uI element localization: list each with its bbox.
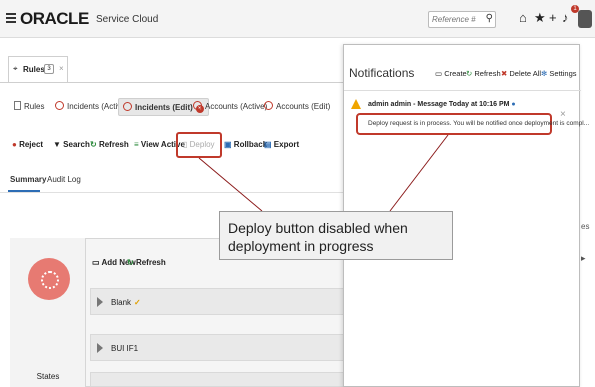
clipped-text: es xyxy=(581,222,590,231)
rollback-icon: ▣ xyxy=(224,140,232,149)
top-header: ORACLE Service Cloud ⚲ ⌂ ★ + ♪ 1 xyxy=(0,0,595,38)
list-item[interactable] xyxy=(90,372,345,387)
expand-icon[interactable] xyxy=(97,343,103,353)
tab-summary[interactable]: Summary xyxy=(10,175,46,184)
account-icon xyxy=(193,101,202,110)
notifications-title: Notifications xyxy=(349,66,415,80)
account-icon xyxy=(264,101,273,110)
reject-button[interactable]: ● Reject xyxy=(12,140,43,149)
states-icon[interactable] xyxy=(28,258,70,300)
home-icon[interactable]: ⌂ xyxy=(519,11,527,25)
annotation-callout: Deploy button disabled when deployment i… xyxy=(219,211,453,260)
refresh-icon: ↻ xyxy=(90,140,97,149)
check-icon: ✓ xyxy=(134,298,141,307)
rollback-button[interactable]: ▣ Rollback xyxy=(224,140,267,149)
delete-icon: ✖ xyxy=(501,69,508,78)
reference-search[interactable]: ⚲ xyxy=(428,11,496,28)
list-item[interactable]: Blank ✓ xyxy=(90,288,345,315)
tag-icon: ⌖ xyxy=(13,64,18,73)
filter-icon: ▼ xyxy=(53,140,61,149)
gear-icon: ✻ xyxy=(541,69,548,78)
close-icon[interactable]: × xyxy=(560,109,566,120)
menu-icon[interactable] xyxy=(6,13,16,23)
star-icon[interactable]: ★ xyxy=(534,11,546,25)
callout-line xyxy=(198,157,263,212)
incident-icon xyxy=(123,102,132,111)
list-item-label: BUI IF1 xyxy=(111,344,139,353)
document-icon xyxy=(14,101,21,110)
refresh-icon: ↻ xyxy=(466,69,473,78)
expand-icon[interactable] xyxy=(97,297,103,307)
warning-icon xyxy=(351,99,361,109)
divider xyxy=(0,82,345,83)
plus-icon[interactable]: + xyxy=(549,11,557,25)
search-icon[interactable]: ⚲ xyxy=(486,13,493,24)
list-refresh-button[interactable]: ↻ Refresh xyxy=(127,258,166,267)
avatar[interactable] xyxy=(578,10,592,28)
tab-label: Rules xyxy=(23,65,45,74)
stack-icon: ≡ xyxy=(134,140,139,149)
info-dot-icon: ● xyxy=(511,101,516,108)
document-icon: ▭ xyxy=(435,69,443,78)
delete-all-button[interactable]: ✖ Delete All xyxy=(501,69,541,78)
bell-icon[interactable]: ♪ xyxy=(562,11,569,25)
list-item[interactable]: BUI IF1 xyxy=(90,334,345,361)
create-button[interactable]: ▭ Create xyxy=(435,69,467,78)
document-icon: ▭ xyxy=(92,258,100,267)
divider xyxy=(344,90,581,91)
tab-accounts-edit[interactable]: Accounts (Edit) xyxy=(264,98,330,116)
product-name: Service Cloud xyxy=(96,14,159,25)
incident-icon xyxy=(55,101,64,110)
settings-button[interactable]: ✻ Settings xyxy=(541,69,577,78)
deploy-highlight xyxy=(176,132,222,158)
list-item-label: Blank ✓ xyxy=(111,298,141,307)
refresh-icon: ↻ xyxy=(127,258,134,267)
states-panel: States xyxy=(10,238,86,387)
search-button[interactable]: ▼ Search xyxy=(53,140,90,149)
export-button[interactable]: ▤ Export xyxy=(264,140,299,149)
tab-rules[interactable]: Rules xyxy=(14,98,44,116)
reject-icon: ● xyxy=(12,140,17,149)
tab-count: 3 xyxy=(44,64,54,74)
reference-search-input[interactable] xyxy=(429,12,485,27)
tab-audit-log[interactable]: Audit Log xyxy=(47,175,81,184)
refresh-button[interactable]: ↻ Refresh xyxy=(90,140,129,149)
tab-accounts-active[interactable]: Accounts (Active) xyxy=(193,98,267,116)
notification-sender: admin admin - Message Today at 10:16 PM … xyxy=(368,101,516,108)
brand-logo: ORACLE xyxy=(20,9,89,28)
states-label: States xyxy=(36,372,60,381)
rules-workspace-tab[interactable]: ⌖ Rules 3 × xyxy=(8,56,68,82)
export-icon: ▤ xyxy=(264,140,272,149)
notification-message[interactable]: Deploy request is in process. You will b… xyxy=(356,113,589,135)
notif-refresh-button[interactable]: ↻ Refresh xyxy=(466,69,501,78)
clipped-icon: ▸ xyxy=(581,253,586,263)
close-icon[interactable]: × xyxy=(59,64,64,73)
divider xyxy=(0,192,345,193)
